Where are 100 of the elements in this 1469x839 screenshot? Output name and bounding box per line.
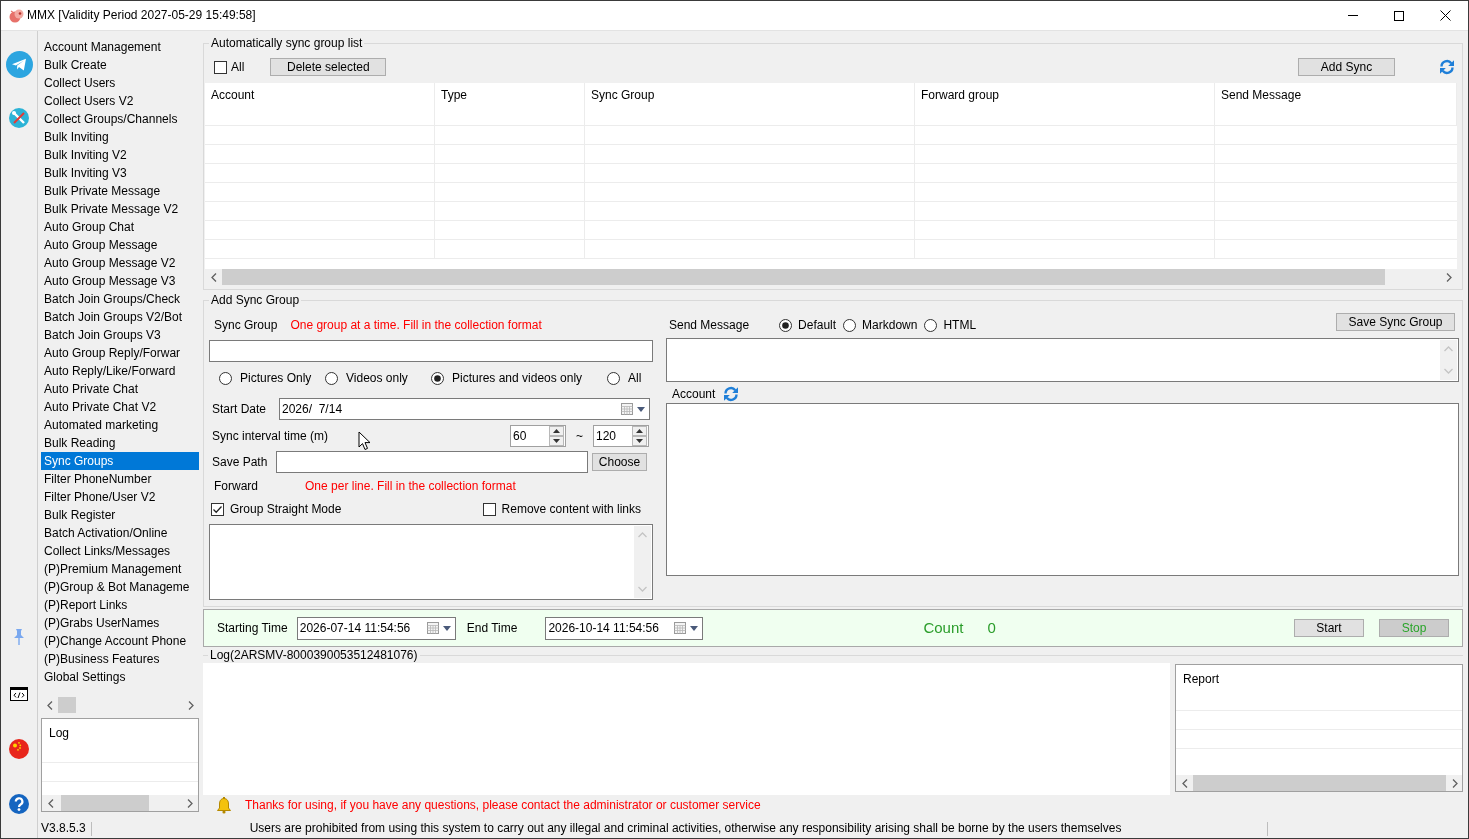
radio-label[interactable]: Markdown xyxy=(862,317,918,333)
calendar-icon[interactable] xyxy=(621,403,633,415)
scrollbar-thumb[interactable] xyxy=(58,697,76,713)
report-list[interactable]: Report xyxy=(1175,664,1463,792)
add-sync-button[interactable]: Add Sync xyxy=(1298,58,1395,76)
spin-down-button[interactable] xyxy=(632,436,647,446)
date-picker[interactable]: 2026/ 7/14 xyxy=(279,398,650,420)
menu-item[interactable]: Collect Groups/Channels xyxy=(41,110,199,128)
menu-item[interactable]: Auto Private Chat V2 xyxy=(41,398,199,416)
scroll-right-icon[interactable] xyxy=(187,700,194,710)
menu-item[interactable]: Global Settings xyxy=(41,668,199,686)
message-text-area[interactable] xyxy=(666,338,1459,382)
menu-item[interactable]: Bulk Register xyxy=(41,506,199,524)
menu-item[interactable]: Account Management xyxy=(41,38,199,56)
start-button[interactable]: Start xyxy=(1294,619,1364,637)
save-sync-group-button[interactable]: Save Sync Group xyxy=(1336,313,1455,331)
caret-icon[interactable] xyxy=(442,625,451,631)
checkbox-label[interactable]: Remove content with links xyxy=(501,501,641,517)
menu-item[interactable]: Bulk Inviting V3 xyxy=(41,164,199,182)
menu-item[interactable]: (P)Change Account Phone xyxy=(41,632,199,650)
menu-item[interactable]: Sync Groups xyxy=(41,452,199,470)
save-path-field[interactable] xyxy=(276,451,588,473)
checkbox[interactable] xyxy=(482,502,496,516)
radio-button[interactable] xyxy=(325,371,338,385)
menu-item[interactable]: Filter Phone/User V2 xyxy=(41,488,199,506)
number-field[interactable]: 120 xyxy=(593,425,649,447)
radio-label[interactable]: Default xyxy=(798,317,837,333)
menu-item[interactable]: Bulk Reading xyxy=(41,434,199,452)
menu-item[interactable]: Collect Users xyxy=(41,74,199,92)
checkbox-label[interactable]: Group Straight Mode xyxy=(230,501,342,517)
radio-label[interactable]: Videos only xyxy=(346,370,408,386)
menu-item[interactable]: Bulk Private Message V2 xyxy=(41,200,199,218)
menu-item[interactable]: Bulk Private Message xyxy=(41,182,199,200)
pin-icon[interactable] xyxy=(13,629,25,645)
scroll-left-icon[interactable] xyxy=(210,272,217,282)
radio-label[interactable]: Pictures and videos only xyxy=(452,370,583,386)
radio-label[interactable]: Pictures Only xyxy=(240,370,312,386)
scrollbar-thumb[interactable] xyxy=(61,795,149,811)
menu-item[interactable]: Batch Join Groups/Check xyxy=(41,290,199,308)
menu-item[interactable]: Auto Group Chat xyxy=(41,218,199,236)
checkbox-label[interactable]: All xyxy=(231,59,245,75)
menu-item[interactable]: (P)Business Features xyxy=(41,650,199,668)
scroll-right-icon[interactable] xyxy=(186,798,193,808)
radio-button[interactable] xyxy=(219,371,232,385)
menu-item[interactable]: Auto Reply/Like/Forward xyxy=(41,362,199,380)
radio-button[interactable] xyxy=(607,371,620,385)
menu-item[interactable]: Bulk Create xyxy=(41,56,199,74)
help-icon[interactable] xyxy=(9,794,29,814)
spin-down-button[interactable] xyxy=(549,436,564,446)
menu-item[interactable]: Batch Activation/Online xyxy=(41,524,199,542)
menu-item[interactable]: Auto Private Chat xyxy=(41,380,199,398)
spin-up-button[interactable] xyxy=(632,426,647,436)
horizontal-scrollbar[interactable] xyxy=(42,795,198,811)
spin-up-button[interactable] xyxy=(549,426,564,436)
disclaimer-text: Users are prohibited from using this system to carry out any illegal and criminal activities, otherwise any responsibility arising shall be borne by the users themselves xyxy=(249,821,1122,836)
menu-item[interactable]: Auto Group Message V3 xyxy=(41,272,199,290)
scroll-right-icon[interactable] xyxy=(1445,272,1452,282)
refresh-icon[interactable] xyxy=(723,386,740,402)
menu-item[interactable]: Filter PhoneNumber xyxy=(41,470,199,488)
tools-icon[interactable] xyxy=(9,108,29,128)
radio-label[interactable]: HTML xyxy=(943,317,977,333)
refresh-icon[interactable] xyxy=(1439,59,1455,75)
scroll-left-icon[interactable] xyxy=(1181,778,1188,788)
menu-item[interactable]: Auto Group Message xyxy=(41,236,199,254)
checkbox[interactable] xyxy=(211,502,224,516)
scroll-left-icon[interactable] xyxy=(46,700,53,710)
menu-item[interactable]: Auto Group Reply/Forwar xyxy=(41,344,199,362)
caret-icon[interactable] xyxy=(637,406,645,412)
code-window-icon[interactable] xyxy=(10,687,28,701)
caret-icon[interactable] xyxy=(690,625,699,631)
scroll-left-icon[interactable] xyxy=(47,798,54,808)
menu-item[interactable]: Bulk Inviting V2 xyxy=(41,146,199,164)
date-time-picker[interactable]: 2026-10-14 11:54:56 xyxy=(545,616,704,640)
menu-item[interactable]: Bulk Inviting xyxy=(41,128,199,146)
sync-group-field[interactable] xyxy=(209,340,653,362)
radio-label[interactable]: All xyxy=(628,370,642,386)
menu-item[interactable]: (P)Grabs UserNames xyxy=(41,614,199,632)
log-list[interactable]: Log xyxy=(41,718,199,812)
delete-selected-button[interactable]: Delete selected xyxy=(270,58,387,76)
choose-button[interactable]: Choose xyxy=(592,453,647,471)
menu-item[interactable]: Batch Join Groups V3 xyxy=(41,326,199,344)
menu-item[interactable]: (P)Premium Management xyxy=(41,560,199,578)
radio-button[interactable] xyxy=(779,318,793,332)
radio-button[interactable] xyxy=(924,318,938,332)
date-time-picker[interactable]: 2026-07-14 11:54:56 xyxy=(296,616,456,640)
checkbox[interactable] xyxy=(214,60,227,74)
menu-item[interactable]: Collect Links/Messages xyxy=(41,542,199,560)
paper-plane-icon[interactable] xyxy=(5,51,33,78)
menu-item[interactable]: (P)Report Links xyxy=(41,596,199,614)
radio-button[interactable] xyxy=(843,318,857,332)
scroll-right-icon[interactable] xyxy=(1451,778,1458,788)
number-field[interactable]: 60 xyxy=(510,425,566,447)
menu-item[interactable]: Collect Users V2 xyxy=(41,92,199,110)
radio-button[interactable] xyxy=(431,371,444,385)
menu-item[interactable]: Auto Group Message V2 xyxy=(41,254,199,272)
menu-item[interactable]: Automated marketing xyxy=(41,416,199,434)
forward-text-area[interactable] xyxy=(209,524,653,600)
menu-item[interactable]: (P)Group & Bot Manageme xyxy=(41,578,199,596)
menu-item[interactable]: Batch Join Groups V2/Bot xyxy=(41,308,199,326)
flag-icon[interactable] xyxy=(9,739,29,759)
